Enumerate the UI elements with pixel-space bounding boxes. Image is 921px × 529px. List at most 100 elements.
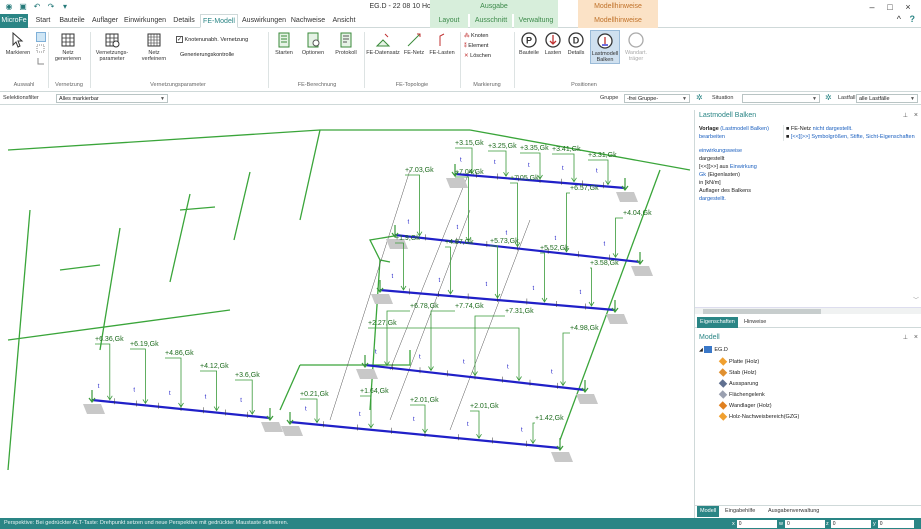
maximize-button[interactable]: □ (881, 0, 899, 14)
load-label[interactable]: +5.52,Gk (540, 245, 569, 252)
close-button[interactable]: × (899, 0, 917, 14)
tab-eigenschaften[interactable]: Eigenschaften (697, 317, 738, 328)
bauteile-button[interactable]: P Bauteile (516, 32, 542, 56)
close-icon[interactable]: × (914, 332, 918, 344)
tab-modellhinweise[interactable]: Modellhinweise (578, 14, 658, 28)
chevron-down-icon[interactable]: ﹀ (913, 295, 919, 304)
tree-item[interactable]: Platte (Holz) (718, 357, 759, 367)
tab-fe-modell[interactable]: FE-Modell (200, 14, 238, 28)
selektionsfilter-select[interactable]: Alles markierbar ▼ (56, 94, 168, 103)
select-lasso-icon[interactable] (36, 56, 46, 66)
starten-button[interactable]: Starten (272, 32, 296, 56)
bearbeiten-link[interactable]: bearbeiten (699, 134, 725, 140)
load-label[interactable]: +4.98,Gk (570, 325, 599, 332)
load-label[interactable]: +0.21,Gk (300, 391, 329, 398)
model-3d-view[interactable]: +3.15,Gk t +3.25,Gk t +3.35,Gk t +3.41,Gk t +3.3… (0, 110, 694, 518)
knotenunabh-checkbox[interactable]: ✓ Knotenunabh. Vernetzung (176, 36, 248, 43)
tab-layout[interactable]: Layout (430, 14, 468, 28)
vernetzungsparameter-button[interactable]: Vernetzungs- parameter (92, 32, 132, 62)
loeschen-button[interactable]: ✕ Löschen (464, 51, 491, 61)
tab-auswirkungen[interactable]: Auswirkungen (242, 14, 286, 28)
tree-item[interactable]: Wandlager (Holz) (718, 401, 772, 411)
protokoll-button[interactable]: Protokoll (330, 32, 362, 56)
fe-datensatz-button[interactable]: FE-Datensatz (366, 32, 400, 56)
markieren-button[interactable]: Markieren (3, 32, 33, 56)
fe-netz-button[interactable]: FE-Netz (402, 32, 426, 56)
model-viewport[interactable]: +3.15,Gk t +3.25,Gk t +3.35,Gk t +3.41,Gk t +3.3… (0, 110, 694, 518)
load-label[interactable]: +3.58,Gk (590, 260, 619, 267)
gk-link[interactable]: Gk (699, 172, 706, 178)
load-label[interactable]: +7.05,Gk (510, 175, 539, 182)
pin-icon[interactable]: ⊥ (903, 110, 908, 122)
collapse-ribbon-button[interactable]: ^ (897, 14, 901, 24)
select-mode-icon[interactable] (36, 32, 46, 42)
situation-select[interactable]: ▼ (742, 94, 820, 103)
einwirkungsweise-link[interactable]: einwirkungsweise (699, 147, 779, 155)
tab-details[interactable]: Details (170, 14, 198, 28)
load-label[interactable]: +1.64,Gk (360, 388, 389, 395)
load-label[interactable]: +6.36,Gk (95, 336, 124, 343)
dargestellt2-link[interactable]: dargestellt. (699, 195, 779, 203)
tab-auflager[interactable]: Auflager (90, 14, 120, 28)
lastmodell-link[interactable]: (Lastmodell Balken) (720, 126, 769, 132)
load-label[interactable]: +3.25,Gk (488, 143, 517, 150)
load-label[interactable]: +6.78,Gk (410, 303, 439, 310)
help-button[interactable]: ? (910, 14, 916, 24)
load-label[interactable]: +3.41,Gk (552, 146, 581, 153)
load-label[interactable]: +4.04,Gk (623, 210, 652, 217)
load-label[interactable]: +5.73,Gk (490, 238, 519, 245)
help-horizontal-scrollbar[interactable] (695, 307, 921, 314)
load-label[interactable]: +6.19,Gk (130, 341, 159, 348)
load-label[interactable]: +1.9,Gk (395, 235, 420, 242)
close-icon[interactable]: × (914, 110, 918, 122)
load-label[interactable]: +3.31,Gk (588, 152, 617, 159)
load-label[interactable]: +3.35,Gk (520, 145, 549, 152)
expand-icon[interactable]: ◢ (699, 347, 703, 353)
element-button[interactable]: ⁑ Element (464, 41, 491, 51)
load-label[interactable]: +7.03,Gk (405, 167, 434, 174)
fe-lasten-button[interactable]: FE-Lasten (428, 32, 456, 56)
details-button[interactable]: D Details (564, 32, 588, 56)
select-window-icon[interactable] (36, 44, 46, 54)
gruppe-select[interactable]: -frei Gruppe- ▼ (624, 94, 690, 103)
tree-item[interactable]: Stab (Holz) (718, 368, 757, 378)
tab-verwaltung[interactable]: Verwaltung (514, 14, 558, 28)
load-label[interactable]: +4.86,Gk (165, 350, 194, 357)
einwirkung-link[interactable]: Einwirkung (730, 164, 757, 170)
lastmodell-balken-button[interactable]: Lastmodell Balken (590, 30, 620, 64)
tree-root[interactable]: ◢ EG.D (699, 345, 728, 355)
tab-bauteile[interactable]: Bauteile (57, 14, 87, 28)
load-label[interactable]: +3.15,Gk (455, 140, 484, 147)
bullet2-link[interactable]: [<<][>>] Symbolgrößen, Stifte, Sicht-Eig… (791, 134, 915, 140)
tab-start[interactable]: Start (32, 14, 54, 28)
scrollbar-thumb[interactable] (703, 309, 821, 314)
generierungskontrolle-button[interactable]: Generierungskontrolle (180, 52, 234, 58)
netz-verfeinern-button[interactable]: Netz verfeinern (136, 32, 172, 62)
tab-nachweise[interactable]: Nachweise (290, 14, 326, 28)
load-label[interactable]: +1.42,Gk (535, 415, 564, 422)
pin-icon[interactable]: ⊥ (903, 332, 908, 344)
load-label[interactable]: +4.87,Gk (445, 239, 474, 246)
tab-hinweise[interactable]: Hinweise (741, 317, 769, 328)
netz-generieren-button[interactable]: Netz generieren (50, 32, 86, 62)
load-label[interactable]: +7.31,Gk (505, 308, 534, 315)
optionen-button[interactable]: Optionen (298, 32, 328, 56)
load-label[interactable]: +2.27,Gk (368, 320, 397, 327)
load-label[interactable]: +2.01,Gk (470, 403, 499, 410)
wandarttraeger-button[interactable]: Wandart. träger (622, 32, 650, 62)
lasten-button[interactable]: Lasten (542, 32, 564, 56)
lastfall-select[interactable]: alle Lastfälle ▼ (856, 94, 918, 103)
load-label[interactable]: +7.74,Gk (455, 303, 484, 310)
load-label[interactable]: +6.57,Gk (570, 185, 599, 192)
knoten-button[interactable]: ⁂ Knoten (464, 31, 491, 41)
load-label[interactable]: +7.04,Gk (455, 169, 484, 176)
tab-modell[interactable]: Modell (697, 506, 720, 517)
load-label[interactable]: +3.6,Gk (235, 372, 260, 379)
minimize-button[interactable]: – (863, 0, 881, 14)
tab-eingabehilfe[interactable]: Eingabehilfe (722, 506, 758, 517)
tree-item[interactable]: Holz-Nachweisbereich(GZG) (718, 412, 799, 422)
load-label[interactable]: +4.12,Gk (200, 363, 229, 370)
bullet1-link[interactable]: nicht dargestellt. (813, 126, 853, 132)
load-label[interactable]: +2.01,Gk (410, 397, 439, 404)
tab-ausschnitt[interactable]: Ausschnitt (470, 14, 512, 28)
